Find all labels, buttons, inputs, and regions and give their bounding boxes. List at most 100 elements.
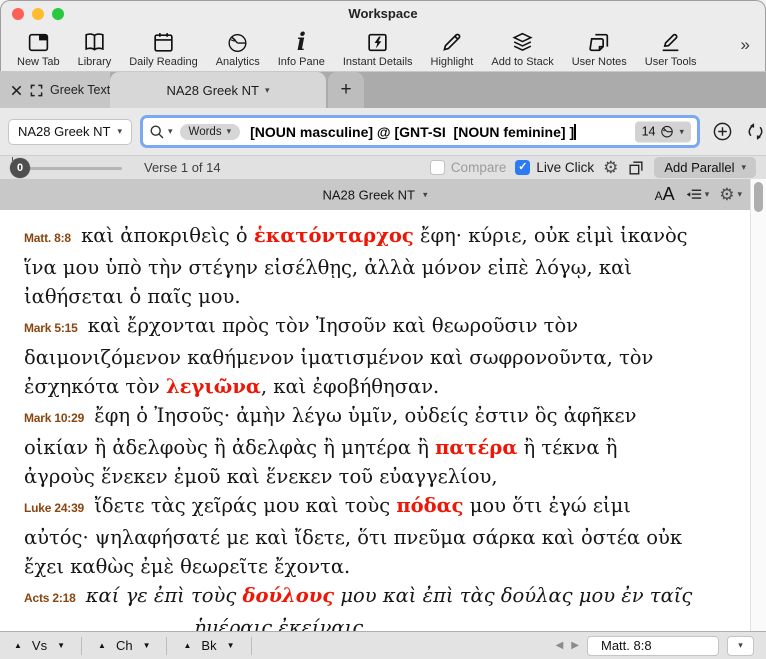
history-back-icon[interactable]: ◀ — [556, 641, 564, 651]
greek-text: μου καὶ ἐπὶ τὰς δούλας μου ἐν ταῖς — [334, 584, 692, 607]
add-tab-button[interactable]: + — [328, 72, 364, 108]
toolbar-label: New Tab — [17, 56, 60, 68]
toolbar-highlight-button[interactable]: Highlight — [422, 27, 483, 68]
highlight-icon — [439, 29, 464, 55]
verse-down-icon[interactable]: ▼ — [57, 642, 65, 650]
search-hit-word: δούλους — [243, 584, 335, 607]
toolbar-items: New Tab Library Daily ReadingAnalyticsiInf… — [8, 27, 741, 68]
add-parallel-button[interactable]: Add Parallel ▾ — [654, 157, 756, 178]
window-title: Workspace — [0, 6, 766, 21]
greek-text: καὶ ἀποκριθεὶς ὁ — [81, 224, 254, 247]
tab-na28-greek-nt[interactable]: NA28 Greek NT ▾ — [110, 72, 326, 108]
verse-continuation: ἡμέραις ἐκείναις — [194, 613, 694, 631]
verse-up-icon[interactable]: ▲ — [14, 642, 22, 650]
reference-dropdown-button[interactable]: ▾ — [727, 636, 754, 656]
search-query-input[interactable]: [NOUN masculine] @ [GNT-SI [NOUN feminin… — [250, 124, 574, 140]
chapter-down-icon[interactable]: ▼ — [143, 642, 151, 650]
verse-reference[interactable]: Mark 5:15 — [24, 321, 78, 335]
new-tab-icon — [26, 29, 51, 55]
verse-reference[interactable]: Matt. 8:8 — [24, 231, 71, 245]
add-parallel-label: Add Parallel — [664, 160, 734, 175]
verse-paragraph: Mark 5:15 καὶ ἔρχονται πρὸς τὸν Ἰησοῦν κ… — [24, 311, 694, 401]
toolbar-daily-reading-button[interactable]: Daily Reading — [120, 27, 206, 68]
chevron-down-icon: ▾ — [423, 190, 428, 199]
chevron-down-icon: ▾ — [168, 127, 173, 136]
hit-count-badge[interactable]: 14 ▾ — [635, 121, 691, 142]
book-up-icon[interactable]: ▲ — [183, 642, 191, 650]
chevron-down-icon: ▾ — [117, 127, 122, 136]
context-controls: Compare ✓ Live Click ⚙ Add Parallel ▾ — [430, 157, 756, 178]
search-icon — [149, 124, 165, 140]
search-hit-word: πατέρα — [435, 436, 517, 459]
instant-details-icon — [365, 29, 390, 55]
toolbar-info-pane-button[interactable]: iInfo Pane — [269, 27, 334, 68]
toolbar-add-to-stack-button[interactable]: Add to Stack — [482, 27, 562, 68]
toolbar-label: Instant Details — [343, 56, 413, 68]
vertical-scrollbar[interactable] — [750, 179, 766, 631]
chevron-down-icon: ▾ — [738, 641, 743, 650]
scrollbar-thumb[interactable] — [754, 182, 763, 212]
reference-navigator: ◀ ▶ Matt. 8:8 ▾ — [556, 636, 766, 656]
live-click-settings-gear-icon[interactable]: ⚙ — [603, 159, 618, 176]
user-notes-icon — [587, 29, 612, 55]
close-zone-icon[interactable] — [10, 84, 23, 97]
toolbar-label: Info Pane — [278, 56, 325, 68]
toolbar-overflow-button[interactable]: » — [741, 27, 758, 55]
toolbar-user-tools-button[interactable]: User Tools — [636, 27, 706, 68]
toolbar-instant-details-button[interactable]: Instant Details — [334, 27, 422, 68]
chapter-up-icon[interactable]: ▲ — [98, 642, 106, 650]
search-mode-pill[interactable]: Words ▾ — [180, 124, 241, 140]
toolbar-label: Library — [78, 56, 112, 68]
compare-checkbox[interactable] — [430, 160, 445, 175]
verse-paragraph: Acts 2:18 καί γε ἐπὶ τοὺς δούλους μου κα… — [24, 581, 694, 613]
toolbar-library-button[interactable]: Library — [69, 27, 121, 68]
toolbar-label: Highlight — [431, 56, 474, 68]
tab-strip: Greek Texts NA28 Greek NT ▾ + — [0, 72, 766, 108]
greek-text: , καὶ ἐφοβήθησαν. — [261, 375, 439, 398]
title-bar: Workspace — [0, 0, 766, 28]
live-click-checkbox[interactable]: ✓ — [515, 160, 530, 175]
search-hit-word: πόδας — [396, 494, 463, 517]
add-search-term-button[interactable] — [712, 121, 733, 142]
search-scope-control[interactable]: ▾ — [149, 124, 173, 140]
text-module-selector[interactable]: NA28 Greek NT ▾ — [8, 119, 132, 145]
pane-header: NA28 Greek NT ▾ AA ▾ ⚙ ▾ — [0, 179, 750, 210]
search-hit-word: λεγιῶνα — [166, 375, 261, 398]
expand-zone-icon[interactable] — [30, 84, 43, 97]
verse-count-label: Verse 1 of 14 — [144, 160, 221, 175]
zone-label[interactable]: Greek Texts — [50, 83, 116, 97]
verse-reference[interactable]: Acts 2:18 — [24, 591, 76, 605]
pane-title-selector[interactable]: NA28 Greek NT ▾ — [322, 187, 427, 202]
history-forward-icon[interactable]: ▶ — [571, 641, 579, 651]
pane-settings-button[interactable]: ⚙ ▾ — [719, 186, 742, 203]
toolbar-user-notes-button[interactable]: User Notes — [563, 27, 636, 68]
verse-slider[interactable]: 0 — [10, 158, 122, 178]
display-settings-button[interactable]: ▾ — [685, 187, 710, 202]
verse-reference[interactable]: Luke 24:39 — [24, 501, 84, 515]
book-down-icon[interactable]: ▼ — [227, 642, 235, 650]
research-cycle-button[interactable] — [745, 121, 766, 142]
greek-text: ἡμέραις ἐκείναις — [194, 616, 363, 631]
verse-paragraph: Matt. 8:8 καὶ ἀποκριθεὶς ὁ ἑκατόνταρχος … — [24, 221, 694, 311]
analytics-pie-icon — [660, 125, 674, 139]
verse-list[interactable]: Matt. 8:8 καὶ ἀποκριθεὶς ὁ ἑκατόνταρχος … — [0, 210, 750, 631]
toolbar-label: User Notes — [572, 56, 627, 68]
slider-knob[interactable]: 0 — [10, 158, 30, 178]
search-row: NA28 Greek NT ▾ ▾ Words ▾ [NOUN masculin… — [0, 108, 766, 155]
toolbar-analytics-button[interactable]: Analytics — [207, 27, 269, 68]
main-toolbar: New Tab Library Daily ReadingAnalyticsiInf… — [0, 27, 766, 72]
workspace-zone: Greek Texts — [0, 72, 110, 108]
plus-circle-icon — [712, 121, 733, 142]
verse-reference[interactable]: Mark 10:29 — [24, 411, 84, 425]
chevron-down-icon: ▾ — [705, 190, 710, 199]
text-module-label: NA28 Greek NT — [18, 124, 110, 139]
toolbar-label: User Tools — [645, 56, 697, 68]
search-field[interactable]: ▾ Words ▾ [NOUN masculine] @ [GNT-SI [NO… — [140, 115, 700, 148]
tab-caret-icon[interactable]: ▾ — [265, 86, 270, 95]
analytics-icon — [225, 29, 250, 55]
duplicate-pane-icon[interactable] — [627, 159, 645, 177]
reference-input[interactable]: Matt. 8:8 — [587, 636, 719, 656]
toolbar-new-tab-button[interactable]: New Tab — [8, 27, 69, 68]
cycle-arrows-icon — [745, 121, 766, 142]
font-size-button[interactable]: AA — [655, 185, 675, 204]
